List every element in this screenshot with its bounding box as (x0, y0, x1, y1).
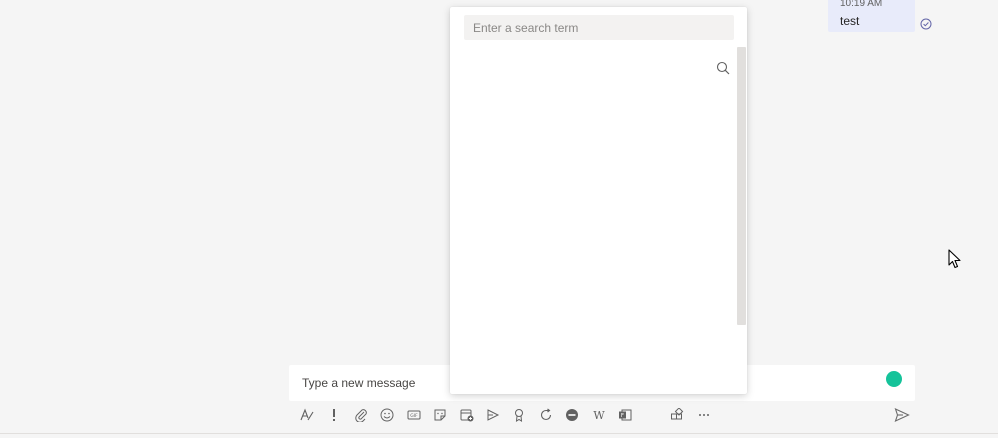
wiki-icon[interactable]: W (588, 403, 610, 427)
emoji-icon[interactable] (376, 403, 398, 427)
message-text: test (840, 14, 860, 28)
stream-icon[interactable] (482, 403, 504, 427)
sticker-icon[interactable] (429, 403, 451, 427)
apps-icon[interactable] (666, 403, 688, 427)
compose-toolbar: GIF W F (296, 403, 716, 427)
message-bubble[interactable]: 10:19 AM test (828, 0, 915, 32)
mouse-cursor-icon (948, 249, 961, 269)
svg-text:W: W (593, 409, 605, 422)
block-icon[interactable] (561, 403, 583, 427)
svg-text:F: F (621, 413, 624, 419)
message-timestamp: 10:19 AM (840, 0, 883, 9)
format-icon[interactable] (296, 403, 318, 427)
loop-icon[interactable] (535, 403, 557, 427)
gif-icon[interactable]: GIF (403, 403, 425, 427)
scrollbar[interactable] (737, 47, 746, 325)
send-icon[interactable] (890, 403, 914, 427)
schedule-meeting-icon[interactable] (456, 403, 478, 427)
search-input[interactable] (464, 15, 734, 40)
grammarly-icon[interactable] (886, 371, 902, 387)
more-icon[interactable] (693, 403, 715, 427)
forms-icon[interactable]: F (614, 403, 636, 427)
svg-text:GIF: GIF (410, 413, 418, 419)
bottom-divider (0, 433, 998, 434)
attach-icon[interactable] (350, 403, 372, 427)
magnifier-icon[interactable] (716, 61, 730, 75)
teams-chat-view: 10:19 AM test GIF (0, 0, 998, 438)
important-icon[interactable] (323, 403, 345, 427)
praise-icon[interactable] (508, 403, 530, 427)
check-circle-icon (920, 18, 932, 30)
search-popover (450, 7, 747, 394)
